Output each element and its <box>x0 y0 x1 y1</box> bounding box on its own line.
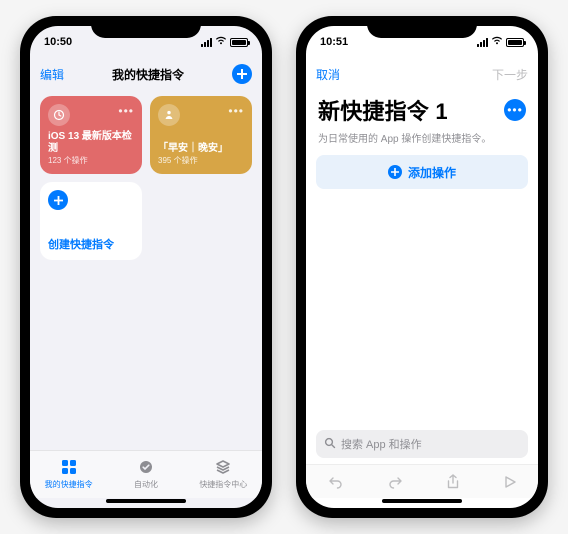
tab-bar: 我的快捷指令 自动化 快捷指令中心 <box>30 450 262 498</box>
notch <box>91 16 201 38</box>
grid-icon <box>61 459 77 477</box>
shortcut-card[interactable]: ••• 「早安｜晚安」 395 个操作 <box>150 96 252 174</box>
notch <box>367 16 477 38</box>
search-placeholder: 搜索 App 和操作 <box>341 436 422 452</box>
page-title: 新快捷指令 1 <box>318 94 448 126</box>
nav-bar: 取消 下一步 <box>306 58 538 90</box>
card-more-icon[interactable]: ••• <box>118 104 134 118</box>
undo-button[interactable] <box>328 474 344 490</box>
nav-title: 我的快捷指令 <box>112 66 184 83</box>
home-indicator <box>306 498 538 508</box>
create-shortcut-label: 创建快捷指令 <box>48 239 134 252</box>
edit-button[interactable]: 编辑 <box>40 66 64 83</box>
clock-check-icon <box>138 459 154 477</box>
canvas-area[interactable] <box>306 189 538 430</box>
cellular-icon <box>201 38 212 47</box>
device-left: 10:50 编辑 我的快捷指令 <box>20 16 272 518</box>
add-action-button[interactable]: 添加操作 <box>316 155 528 189</box>
title-row: 新快捷指令 1 ••• <box>306 90 538 128</box>
battery-icon <box>230 38 248 47</box>
status-time: 10:51 <box>320 36 348 48</box>
share-button[interactable] <box>446 474 460 490</box>
cancel-button[interactable]: 取消 <box>316 66 340 83</box>
create-shortcut-card[interactable]: 创建快捷指令 <box>40 182 142 260</box>
shortcut-subtitle: 123 个操作 <box>48 155 134 166</box>
battery-icon <box>506 38 524 47</box>
clock-icon <box>48 104 70 126</box>
add-action-label: 添加操作 <box>408 164 456 181</box>
run-button[interactable] <box>503 475 517 489</box>
stack-icon <box>215 459 231 477</box>
cellular-icon <box>477 38 488 47</box>
tab-automation[interactable]: 自动化 <box>107 451 184 498</box>
tab-label: 快捷指令中心 <box>199 479 247 490</box>
tab-label: 我的快捷指令 <box>45 479 93 490</box>
home-indicator <box>30 498 262 508</box>
device-right: 10:51 取消 下一步 新快捷指令 1 ••• 为日常使用的 App 操作创建… <box>296 16 548 518</box>
nav-bar: 编辑 我的快捷指令 <box>30 58 262 90</box>
page-subtitle: 为日常使用的 App 操作创建快捷指令。 <box>306 128 538 155</box>
status-indicators <box>201 36 248 48</box>
add-shortcut-button[interactable] <box>232 64 252 84</box>
search-field[interactable]: 搜索 App 和操作 <box>316 430 528 458</box>
shortcut-subtitle: 395 个操作 <box>158 155 244 166</box>
shortcut-title: iOS 13 最新版本检测 <box>48 131 134 155</box>
status-indicators <box>477 36 524 48</box>
plus-icon <box>48 190 68 210</box>
wifi-icon <box>491 36 503 48</box>
card-more-icon[interactable]: ••• <box>228 104 244 118</box>
tab-my-shortcuts[interactable]: 我的快捷指令 <box>30 451 107 498</box>
shortcuts-content: ••• iOS 13 最新版本检测 123 个操作 ••• <box>30 90 262 450</box>
search-icon <box>324 437 336 452</box>
shortcut-card[interactable]: ••• iOS 13 最新版本检测 123 个操作 <box>40 96 142 174</box>
shortcut-title: 「早安｜晚安」 <box>158 143 244 155</box>
tab-label: 自动化 <box>134 479 158 490</box>
next-button[interactable]: 下一步 <box>492 66 528 83</box>
bottom-toolbar <box>306 464 538 498</box>
more-button[interactable]: ••• <box>504 99 526 121</box>
shortcuts-grid: ••• iOS 13 最新版本检测 123 个操作 ••• <box>40 96 252 260</box>
screen-left: 10:50 编辑 我的快捷指令 <box>30 26 262 508</box>
wifi-icon <box>215 36 227 48</box>
person-icon <box>158 104 180 126</box>
plus-icon <box>388 165 402 179</box>
status-time: 10:50 <box>44 36 72 48</box>
redo-button[interactable] <box>387 474 403 490</box>
tab-gallery[interactable]: 快捷指令中心 <box>185 451 262 498</box>
screen-right: 10:51 取消 下一步 新快捷指令 1 ••• 为日常使用的 App 操作创建… <box>306 26 538 508</box>
